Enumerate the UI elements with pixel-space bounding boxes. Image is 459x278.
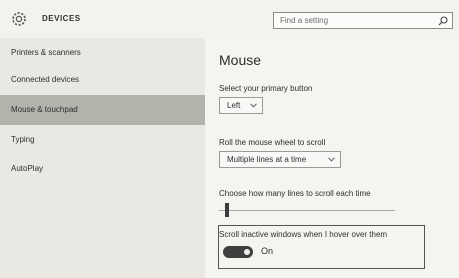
sidebar-item-autoplay[interactable]: AutoPlay [0,154,205,184]
sidebar-item-typing[interactable]: Typing [0,125,205,155]
sidebar-item-label: Typing [11,135,35,144]
sidebar: Printers & scanners Connected devices Mo… [0,38,205,278]
primary-button-dropdown[interactable]: Left [219,97,263,114]
scroll-inactive-toggle[interactable] [223,246,253,258]
gear-icon [12,12,26,26]
page-title: Mouse [219,52,262,68]
sidebar-item-label: AutoPlay [11,164,44,173]
search-box[interactable] [273,12,453,29]
toggle-knob [244,249,250,255]
sidebar-item-mouse-touchpad[interactable]: Mouse & touchpad [0,95,205,125]
lines-to-scroll-label: Choose how many lines to scroll each tim… [219,189,371,198]
search-icon[interactable] [438,16,448,26]
wheel-scroll-label: Roll the mouse wheel to scroll [219,138,326,147]
lines-slider-track[interactable] [219,210,395,211]
lines-slider-thumb[interactable] [225,203,229,217]
primary-button-value: Left [227,101,241,110]
search-input[interactable] [280,14,430,27]
sidebar-item-label: Mouse & touchpad [11,105,78,114]
section-title: DEVICES [42,14,81,23]
chevron-down-icon [328,157,335,162]
wheel-scroll-dropdown[interactable]: Multiple lines at a time [219,151,341,168]
sidebar-item-label: Printers & scanners [11,48,81,57]
chevron-down-icon [250,103,257,108]
wheel-scroll-value: Multiple lines at a time [227,155,307,164]
toggle-state: On [261,246,274,256]
main-content: Mouse Select your primary button Left Ro… [205,38,459,278]
sidebar-item-printers-scanners[interactable]: Printers & scanners [0,38,205,68]
scroll-inactive-label: Scroll inactive windows when I hover ove… [219,230,388,239]
primary-button-label: Select your primary button [219,84,313,93]
header-bar: DEVICES [0,0,459,39]
sidebar-item-connected-devices[interactable]: Connected devices [0,65,205,95]
sidebar-item-label: Connected devices [11,75,80,84]
